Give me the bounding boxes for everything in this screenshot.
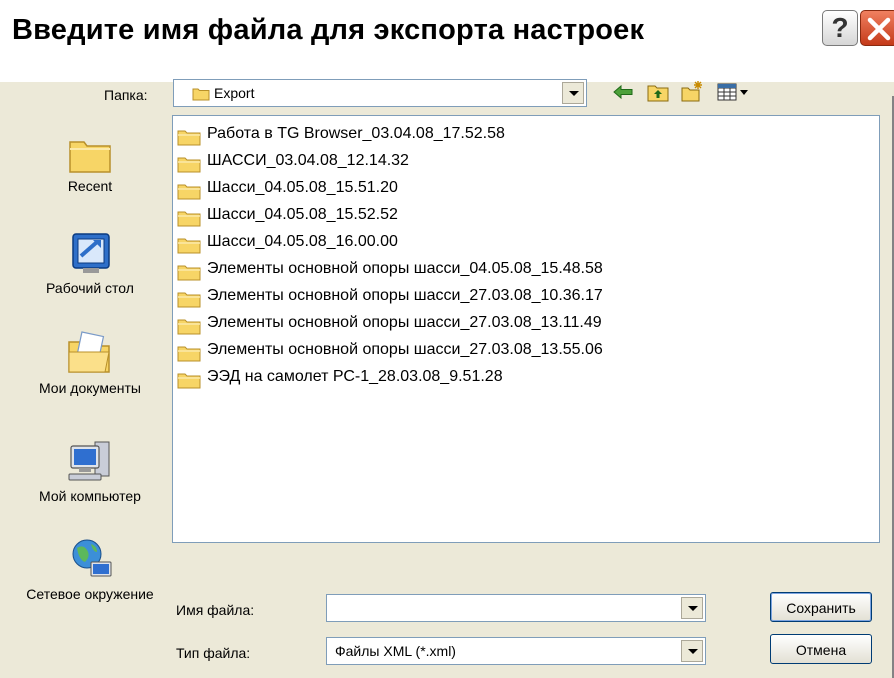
filetype-dropdown-arrow[interactable]	[681, 640, 703, 662]
folder-icon	[177, 265, 201, 281]
new-folder-icon[interactable]	[680, 80, 704, 104]
folder-label: Папка:	[104, 87, 148, 103]
folder-dropdown[interactable]: Export	[173, 79, 587, 107]
places-desktop[interactable]: Рабочий стол	[16, 230, 164, 297]
file-name: Элементы основной опоры шасси_27.03.08_1…	[207, 287, 603, 304]
close-button[interactable]	[860, 10, 894, 46]
my-computer-icon	[68, 441, 110, 481]
folder-icon	[177, 346, 201, 362]
close-icon	[867, 17, 891, 41]
folder-icon	[177, 292, 201, 308]
places-my-documents[interactable]: Мои документы	[16, 330, 164, 397]
up-folder-icon[interactable]	[646, 80, 670, 104]
places-network-label: Сетевое окружение	[26, 586, 154, 602]
file-name: Элементы основной опоры шасси_04.05.08_1…	[207, 260, 603, 277]
title-bar: Введите имя файла для экспорта настроек …	[0, 0, 894, 82]
my-documents-icon	[68, 331, 110, 373]
places-my-documents-label: Мои документы	[38, 380, 141, 396]
places-my-computer-label: Мой компьютер	[39, 488, 141, 504]
file-name: Шасси_04.05.08_15.51.20	[207, 179, 398, 196]
folder-icon	[177, 211, 201, 227]
filetype-dropdown[interactable]: Файлы XML (*.xml)	[326, 637, 706, 665]
folder-value: Export	[214, 85, 255, 101]
file-name: ЭЭД на самолет РС-1_28.03.08_9.51.28	[207, 368, 503, 385]
filetype-value: Файлы XML (*.xml)	[335, 643, 456, 659]
places-recent[interactable]: Recent	[16, 134, 164, 195]
folder-icon	[177, 184, 201, 200]
places-network[interactable]: Сетевое окружение	[16, 538, 164, 603]
back-arrow-icon[interactable]	[611, 80, 635, 104]
folder-dropdown-arrow[interactable]	[562, 82, 584, 104]
save-dialog: Введите имя файла для экспорта настроек …	[0, 0, 894, 678]
help-icon: ?	[831, 12, 849, 43]
file-name: Работа в TG Browser_03.04.08_17.52.58	[207, 125, 505, 142]
dialog-title: Введите имя файла для экспорта настроек	[12, 14, 645, 46]
file-name: Элементы основной опоры шасси_27.03.08_1…	[207, 341, 603, 358]
filetype-label: Тип файла:	[176, 645, 251, 661]
file-list[interactable]: Работа в TG Browser_03.04.08_17.52.58 ША…	[172, 115, 880, 543]
recent-folder-icon	[69, 141, 111, 173]
help-button[interactable]: ?	[822, 10, 858, 46]
filename-input[interactable]	[326, 594, 706, 622]
file-name: Шасси_04.05.08_15.52.52	[207, 206, 398, 223]
file-name: Элементы основной опоры шасси_27.03.08_1…	[207, 314, 602, 331]
save-button[interactable]: Сохранить	[770, 592, 872, 622]
folder-icon	[192, 88, 210, 101]
filename-dropdown-arrow[interactable]	[681, 597, 703, 619]
file-name: Шасси_04.05.08_16.00.00	[207, 233, 398, 250]
cancel-button[interactable]: Отмена	[770, 634, 872, 664]
places-desktop-label: Рабочий стол	[46, 280, 134, 296]
folder-icon	[177, 319, 201, 335]
desktop-icon	[72, 233, 110, 273]
folder-icon	[177, 373, 201, 389]
network-icon	[72, 539, 112, 577]
filename-label: Имя файла:	[176, 602, 255, 618]
folder-icon	[177, 238, 201, 254]
places-recent-label: Recent	[67, 178, 113, 194]
file-name: ШАССИ_03.04.08_12.14.32	[207, 152, 409, 169]
view-menu-icon[interactable]	[716, 80, 752, 104]
folder-icon	[177, 157, 201, 173]
places-my-computer[interactable]: Мой компьютер	[16, 440, 164, 505]
folder-icon	[177, 130, 201, 146]
